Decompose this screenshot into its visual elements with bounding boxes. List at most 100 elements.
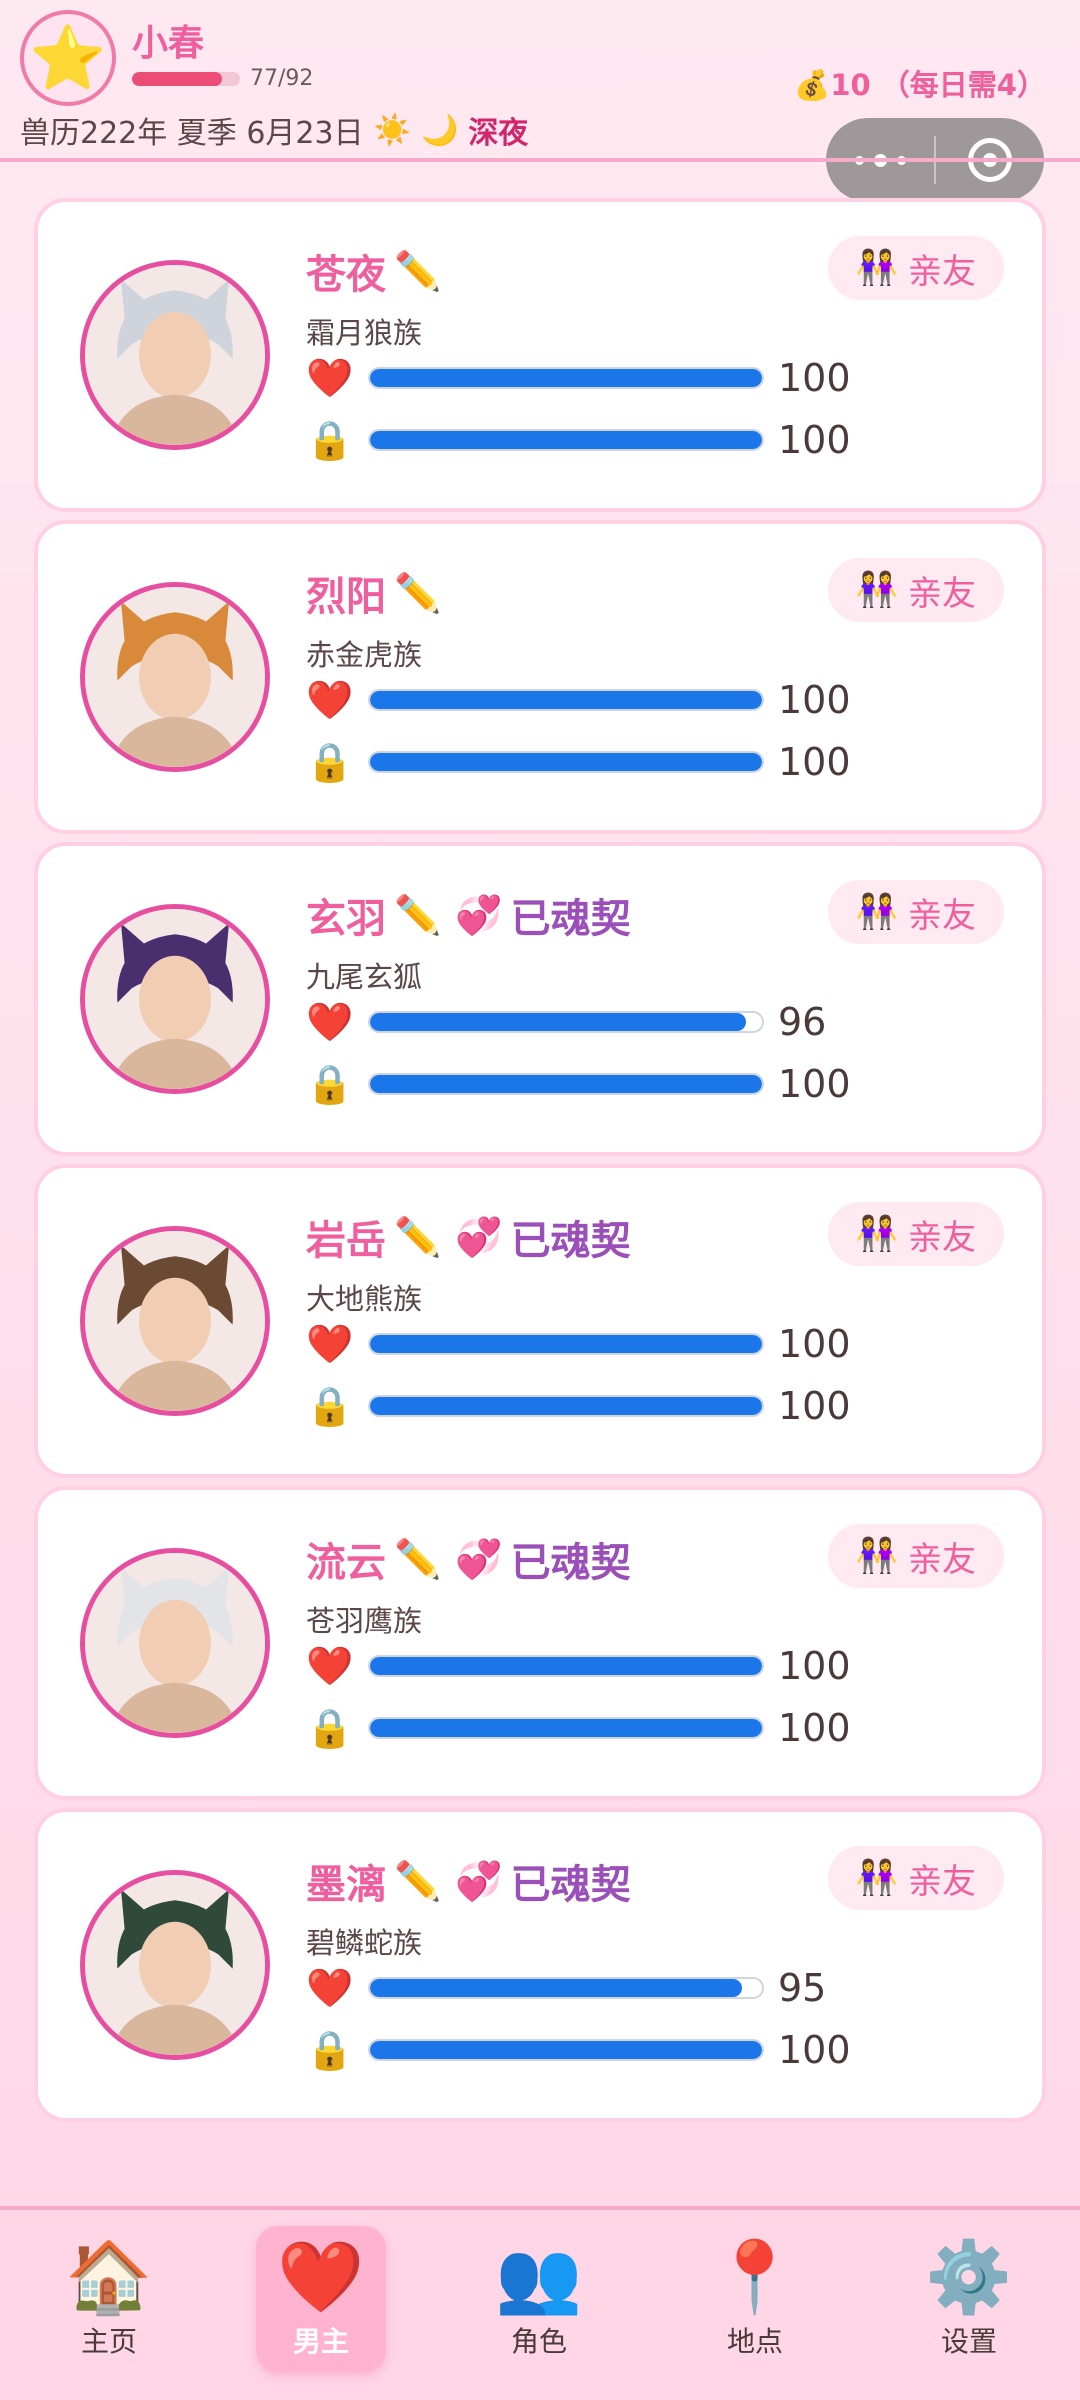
- affection-row: ❤️ 100: [306, 1644, 851, 1688]
- character-name: 苍夜: [306, 252, 386, 298]
- lock-bar-fill: [370, 753, 762, 771]
- affection-value: 100: [778, 1322, 851, 1366]
- user-avatar[interactable]: ⭐: [20, 10, 116, 106]
- nav-item-1[interactable]: ❤️ 男主: [256, 2226, 386, 2372]
- character-race: 苍羽鹰族: [306, 1604, 423, 1638]
- friends-icon: 👭: [855, 1536, 898, 1576]
- heart-icon: ❤️: [306, 678, 354, 722]
- top-header: ⭐ 小春 77/92 兽历222年 夏季 6月23日 ☀️ 🌙 深夜 💰10 （…: [0, 0, 1080, 202]
- friends-icon: 👭: [855, 892, 898, 932]
- lock-icon: 🔒: [306, 1062, 354, 1106]
- lock-value: 100: [778, 1062, 851, 1106]
- affection-value: 100: [778, 678, 851, 722]
- character-portrait[interactable]: [80, 904, 270, 1094]
- nav-item-3[interactable]: 📍 地点: [690, 2240, 820, 2360]
- character-card[interactable]: 苍夜 ✏️ 霜月狼族 👭 亲友 ❤️ 100 🔒 100: [34, 198, 1046, 512]
- heart-icon: ❤️: [306, 1322, 354, 1366]
- lock-value: 100: [778, 740, 851, 784]
- lock-bar-fill: [370, 2041, 762, 2059]
- nav-item-0[interactable]: 🏠 主页: [44, 2240, 174, 2360]
- lock-bar-fill: [370, 1397, 762, 1415]
- relationship-label: 亲友: [908, 895, 976, 936]
- friends-icon: 👭: [855, 570, 898, 610]
- affection-value: 96: [778, 1000, 827, 1044]
- affection-bar: [368, 1333, 764, 1355]
- character-portrait[interactable]: [80, 260, 270, 450]
- character-card[interactable]: 流云 ✏️ 💞 已魂契 苍羽鹰族 👭 亲友 ❤️ 100 🔒 100: [34, 1486, 1046, 1800]
- affection-row: ❤️ 100: [306, 1322, 851, 1366]
- character-card[interactable]: 岩岳 ✏️ 💞 已魂契 大地熊族 👭 亲友 ❤️ 100 🔒 100: [34, 1164, 1046, 1478]
- character-name: 流云: [306, 1540, 386, 1586]
- pin-icon: 📍: [711, 2236, 799, 2318]
- character-portrait[interactable]: [80, 582, 270, 772]
- soul-bond-heart-icon: 💞: [455, 1536, 503, 1581]
- lock-bar: [368, 1395, 764, 1417]
- nav-label: 设置: [940, 2325, 997, 2358]
- relationship-badge[interactable]: 👭 亲友: [827, 1846, 1004, 1910]
- affection-row: ❤️ 96: [306, 1000, 826, 1044]
- affection-value: 100: [778, 356, 851, 400]
- soul-bond-label: 已魂契: [510, 1540, 631, 1586]
- lock-row: 🔒 100: [306, 1062, 851, 1106]
- affection-bar-fill: [370, 1657, 762, 1675]
- character-name: 烈阳: [306, 574, 386, 620]
- relationship-badge[interactable]: 👭 亲友: [827, 558, 1004, 622]
- relationship-badge[interactable]: 👭 亲友: [827, 236, 1004, 300]
- affection-bar: [368, 367, 764, 389]
- soul-bond-label: 已魂契: [510, 1218, 631, 1264]
- heart-icon: ❤️: [306, 1644, 354, 1688]
- edit-pencil-icon[interactable]: ✏️: [394, 1215, 441, 1260]
- nav-label: 角色: [510, 2325, 567, 2358]
- affection-bar-fill: [370, 369, 762, 387]
- character-card[interactable]: 墨漓 ✏️ 💞 已魂契 碧鳞蛇族 👭 亲友 ❤️ 95 🔒 100: [34, 1808, 1046, 2122]
- lock-bar: [368, 429, 764, 451]
- character-name-row: 苍夜 ✏️: [306, 242, 441, 300]
- relationship-badge[interactable]: 👭 亲友: [827, 880, 1004, 944]
- friends-icon: 👭: [855, 1858, 898, 1898]
- relationship-badge[interactable]: 👭 亲友: [827, 1202, 1004, 1266]
- lock-value: 100: [778, 1384, 851, 1428]
- sun-icon: ☀️: [373, 112, 411, 148]
- heart-icon: ❤️: [277, 2236, 365, 2318]
- home-icon: 🏠: [65, 2236, 153, 2318]
- character-name-row: 流云 ✏️ 💞 已魂契: [306, 1530, 631, 1588]
- edit-pencil-icon[interactable]: ✏️: [394, 1859, 441, 1904]
- character-race: 大地熊族: [306, 1282, 423, 1316]
- affection-row: ❤️ 100: [306, 678, 851, 722]
- affection-bar-fill: [370, 691, 762, 709]
- nav-item-4[interactable]: ⚙️ 设置: [904, 2240, 1034, 2360]
- affection-row: ❤️ 100: [306, 356, 851, 400]
- date-line: 兽历222年 夏季 6月23日 ☀️ 🌙 深夜: [20, 108, 528, 152]
- edit-pencil-icon[interactable]: ✏️: [394, 1537, 441, 1582]
- character-portrait[interactable]: [80, 1548, 270, 1738]
- lock-row: 🔒 100: [306, 740, 851, 784]
- character-card[interactable]: 烈阳 ✏️ 赤金虎族 👭 亲友 ❤️ 100 🔒 100: [34, 520, 1046, 834]
- friends-icon: 👭: [855, 248, 898, 288]
- character-portrait[interactable]: [80, 1870, 270, 2060]
- lock-bar: [368, 751, 764, 773]
- edit-pencil-icon[interactable]: ✏️: [394, 893, 441, 938]
- character-race: 九尾玄狐: [306, 960, 423, 994]
- relationship-label: 亲友: [908, 1861, 976, 1902]
- lock-icon: 🔒: [306, 2028, 354, 2072]
- character-name: 墨漓: [306, 1862, 386, 1908]
- heart-icon: ❤️: [306, 356, 354, 400]
- heart-icon: ❤️: [306, 1966, 354, 2010]
- relationship-badge[interactable]: 👭 亲友: [827, 1524, 1004, 1588]
- character-portrait[interactable]: [80, 1226, 270, 1416]
- nav-label: 地点: [726, 2325, 783, 2358]
- coin-counter: 💰10 （每日需4）: [794, 68, 1046, 102]
- edit-pencil-icon[interactable]: ✏️: [394, 249, 441, 294]
- character-race: 霜月狼族: [306, 316, 423, 350]
- lock-bar-fill: [370, 431, 762, 449]
- lock-value: 100: [778, 418, 851, 462]
- nav-item-2[interactable]: 👥 角色: [474, 2240, 604, 2360]
- character-name-row: 烈阳 ✏️: [306, 564, 441, 622]
- affection-value: 100: [778, 1644, 851, 1688]
- character-card[interactable]: 玄羽 ✏️ 💞 已魂契 九尾玄狐 👭 亲友 ❤️ 96 🔒 100: [34, 842, 1046, 1156]
- edit-pencil-icon[interactable]: ✏️: [394, 571, 441, 616]
- header-divider: [0, 158, 1080, 162]
- date-text: 兽历222年 夏季 6月23日: [20, 116, 364, 151]
- lock-bar: [368, 1717, 764, 1739]
- lock-bar: [368, 1073, 764, 1095]
